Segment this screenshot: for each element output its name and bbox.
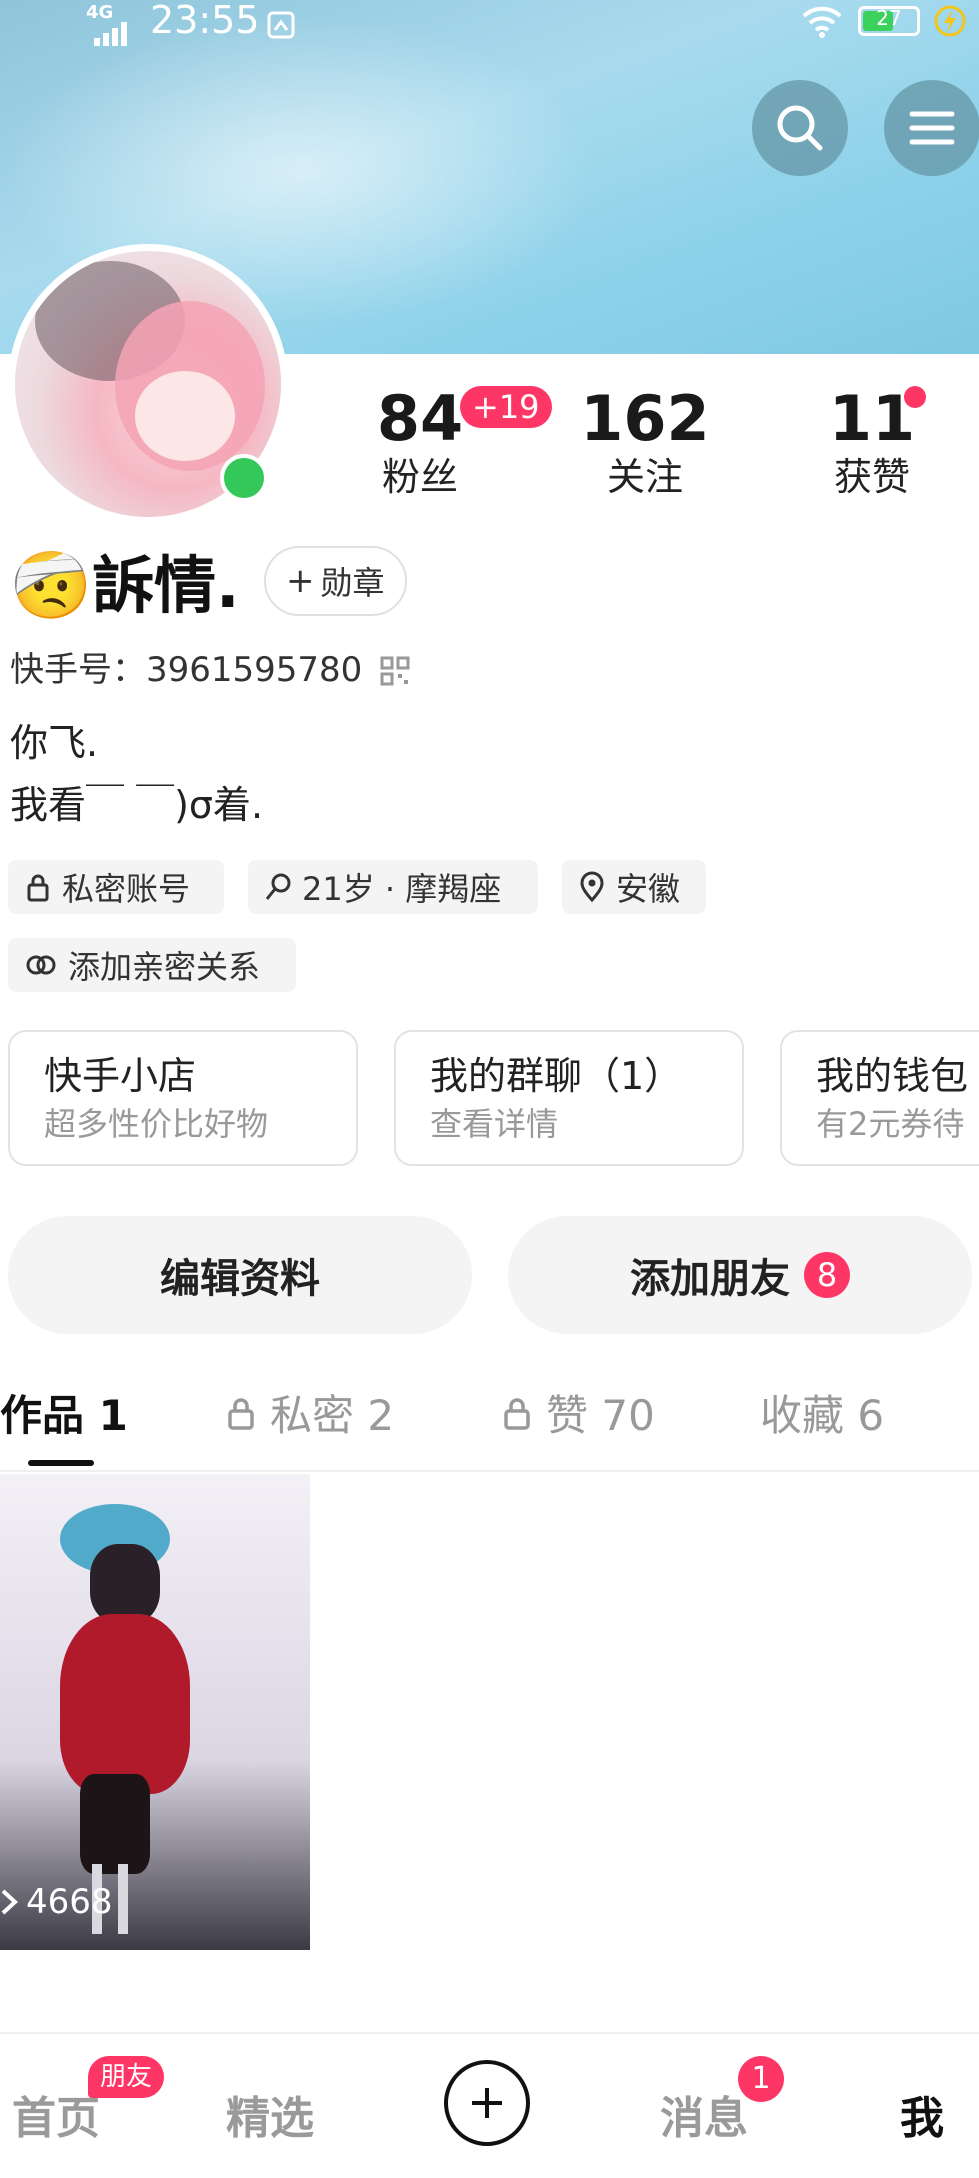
chip-age-zodiac: 21岁 · 摩羯座	[248, 860, 538, 914]
card-wallet-subtitle: 有2元券待	[816, 1105, 965, 1143]
likes-notification-dot	[904, 386, 926, 408]
plus-icon: +	[286, 561, 315, 601]
edit-profile-button[interactable]: 编辑资料	[8, 1216, 472, 1334]
likes-label: 获赞	[833, 455, 910, 499]
clock: 23:55	[150, 0, 260, 42]
link-hearts-icon	[26, 955, 56, 975]
followers-count: 84	[376, 382, 464, 455]
nav-messages[interactable]: 消息	[660, 2082, 748, 2146]
bio-line-1: 你飞.	[10, 721, 99, 765]
chip-location: 安徽	[562, 860, 706, 914]
profile-name: 訴情.	[92, 549, 240, 622]
nav-messages-badge: 1	[738, 2056, 784, 2102]
tabs-divider	[0, 1470, 979, 1472]
search-icon	[777, 105, 823, 151]
status-bar: 4G 23:55 27	[0, 0, 979, 46]
tab-favorites-label: 收藏 6	[760, 1391, 885, 1440]
nav-home[interactable]: 首页	[12, 2082, 100, 2146]
kuaishou-id[interactable]: 快手号：3961595780	[10, 646, 362, 694]
tab-works-label: 作品 1	[0, 1391, 128, 1440]
medal-button[interactable]: + 勋章	[264, 546, 407, 616]
create-button[interactable]	[444, 2060, 530, 2146]
following-label: 关注	[606, 455, 683, 499]
location-icon	[580, 871, 604, 903]
card-group-chat-title: 我的群聊（1）	[430, 1054, 683, 1098]
chip-add-relation[interactable]: 添加亲密关系	[8, 938, 296, 992]
qrcode-icon[interactable]	[380, 656, 410, 690]
edit-profile-label: 编辑资料	[160, 1256, 320, 1302]
search-button[interactable]	[752, 80, 848, 176]
tab-liked-label: 赞 70	[546, 1391, 655, 1440]
nav-me[interactable]: 我	[900, 2082, 944, 2146]
signal-icon	[92, 14, 132, 55]
lock-icon	[228, 1397, 254, 1430]
online-status-dot	[220, 454, 268, 502]
play-icon	[1, 1889, 18, 1915]
lock-icon	[504, 1397, 530, 1430]
nav-featured[interactable]: 精选	[226, 2082, 314, 2146]
followers-label: 粉丝	[381, 455, 458, 499]
add-friend-button[interactable]: 添加朋友 8	[508, 1216, 972, 1334]
card-shop-subtitle: 超多性价比好物	[44, 1105, 269, 1143]
tab-private[interactable]: 私密 2	[226, 1382, 394, 1443]
card-wallet-title: 我的钱包	[816, 1054, 969, 1098]
charging-icon	[934, 4, 966, 47]
following-count: 162	[580, 382, 710, 455]
chip-age-label: 21岁 · 摩羯座	[302, 870, 502, 908]
following-stat[interactable]: 162 关注	[580, 384, 710, 500]
menu-button[interactable]	[884, 80, 979, 176]
card-shop-title: 快手小店	[44, 1054, 197, 1098]
card-wallet[interactable]: 我的钱包 有2元券待	[780, 1030, 979, 1166]
bio-line-2: 我看￣ ￣)σ着.	[10, 783, 264, 827]
add-friend-badge: 8	[804, 1252, 850, 1298]
screenshot-icon	[266, 8, 296, 49]
tab-active-indicator	[28, 1460, 94, 1466]
battery-icon: 27	[858, 6, 920, 36]
battery-level: 27	[876, 6, 902, 30]
profile-emoji: 🤕	[10, 547, 93, 624]
add-friend-label: 添加朋友	[630, 1256, 790, 1302]
chip-private-label: 私密账号	[62, 870, 191, 908]
chip-private-account: 私密账号	[8, 860, 224, 914]
tab-liked[interactable]: 赞 70	[502, 1382, 655, 1443]
card-group-chat[interactable]: 我的群聊（1） 查看详情	[394, 1030, 744, 1166]
tab-favorites[interactable]: 收藏 6	[760, 1382, 884, 1443]
lock-icon	[27, 874, 49, 902]
card-shop[interactable]: 快手小店 超多性价比好物	[8, 1030, 358, 1166]
menu-icon	[909, 111, 955, 145]
plus-icon	[472, 2088, 502, 2118]
card-group-chat-subtitle: 查看详情	[430, 1105, 559, 1143]
video-thumbnail[interactable]: 4668	[0, 1474, 310, 1950]
medal-label: 勋章	[320, 564, 385, 602]
tab-private-label: 私密 2	[270, 1391, 395, 1440]
tab-works[interactable]: 作品 1	[0, 1382, 128, 1443]
chip-location-label: 安徽	[616, 870, 681, 908]
play-count-value: 4668	[26, 1882, 113, 1922]
wifi-icon	[800, 4, 844, 47]
followers-delta-badge: +19	[460, 386, 552, 428]
play-count: 4668	[0, 1882, 113, 1922]
nav-home-badge: 朋友	[88, 2056, 165, 2098]
chip-add-relation-label: 添加亲密关系	[68, 948, 261, 986]
male-icon	[265, 873, 291, 900]
